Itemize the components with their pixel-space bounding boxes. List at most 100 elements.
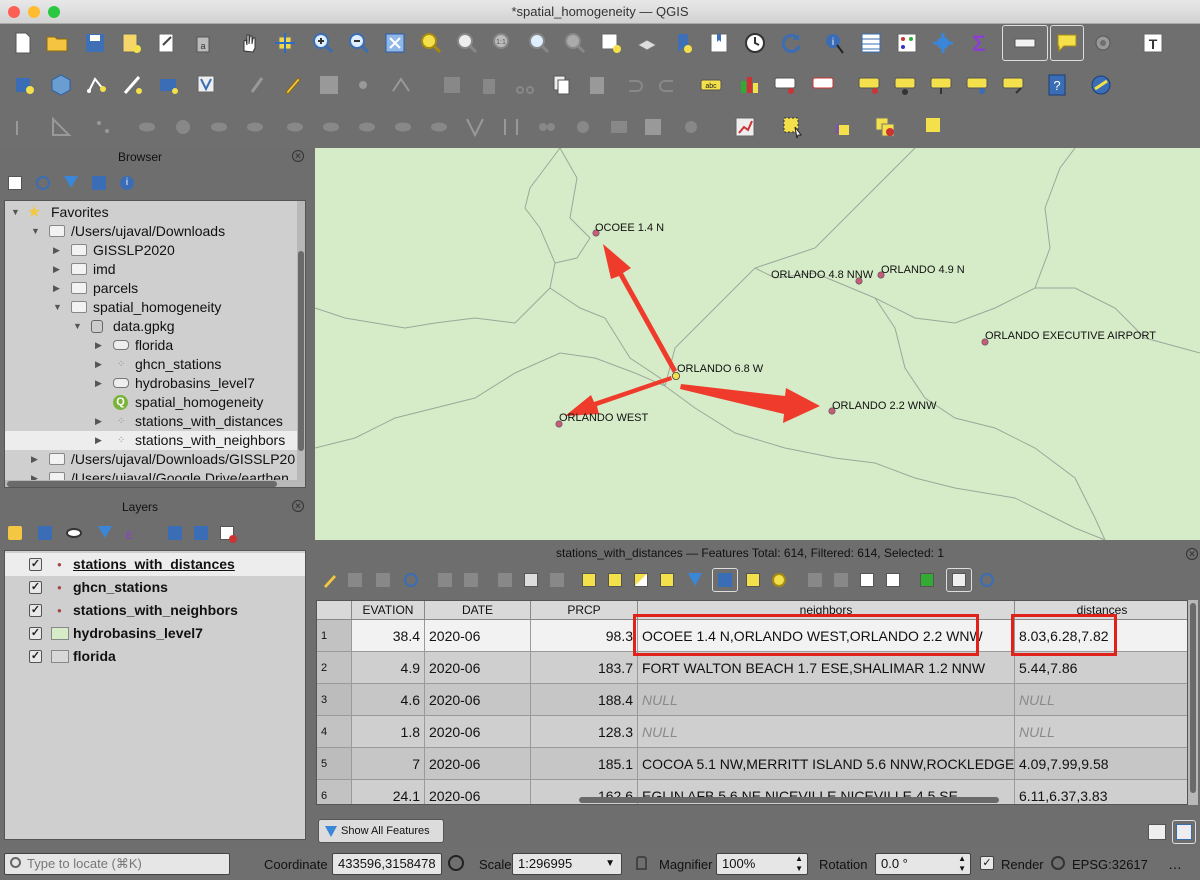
new-map-view-icon[interactable] <box>598 30 624 56</box>
expand-all-icon[interactable] <box>168 526 182 540</box>
browser-item-downloads-gisslp[interactable]: ▶/Users/ujaval/Downloads/GISSLP20 <box>5 450 301 469</box>
filter-by-expression-icon[interactable]: ε <box>126 526 140 542</box>
cell-neighbors[interactable]: FORT WALTON BEACH 1.7 ESE,SHALIMAR 1.2 N… <box>638 652 1015 684</box>
deselect-all-icon[interactable] <box>660 573 674 587</box>
browser-item-parcels[interactable]: ▶ parcels <box>5 279 301 298</box>
cell-elevation[interactable]: 24.1 <box>352 780 425 804</box>
cell-neighbors[interactable]: NULL <box>638 716 1015 748</box>
layer-visibility-checkbox[interactable]: ✓ <box>29 650 42 663</box>
conditional-formatting-icon[interactable] <box>886 573 900 587</box>
modify-attributes-icon[interactable] <box>440 72 466 98</box>
new-shapefile-layer-icon[interactable] <box>84 72 110 98</box>
filter-browser-icon[interactable] <box>64 176 78 188</box>
cell-date[interactable]: 2020-06 <box>425 748 531 780</box>
show-layout-manager-icon[interactable] <box>154 30 180 56</box>
diagram-options-icon[interactable] <box>736 72 762 98</box>
move-selection-to-top-icon[interactable] <box>712 568 738 592</box>
cell-prcp[interactable]: 185.1 <box>531 748 638 780</box>
pan-map-to-selected-icon[interactable] <box>746 573 760 587</box>
cell-prcp[interactable]: 183.7 <box>531 652 638 684</box>
layer-visibility-checkbox[interactable]: ✓ <box>29 581 42 594</box>
change-label-icon[interactable] <box>1000 72 1026 98</box>
row-header[interactable]: 5 <box>317 748 352 780</box>
digitize-point-icon[interactable] <box>352 72 378 98</box>
offset-curve-icon[interactable] <box>354 114 380 140</box>
delete-field-icon[interactable] <box>834 573 848 587</box>
open-project-icon[interactable] <box>44 30 70 56</box>
invert-selection-icon[interactable] <box>634 573 648 587</box>
browser-item-gisslp2020[interactable]: ▶ GISSLP2020 <box>5 241 301 260</box>
row-header[interactable]: 2 <box>317 652 352 684</box>
filter-legend-icon[interactable] <box>98 526 112 538</box>
layer-hydrobasins-level7[interactable]: ✓ hydrobasins_level7 <box>5 622 305 645</box>
rotation-spinbox[interactable]: 0.0 ° ▲ ▼ <box>875 853 971 875</box>
digitize-shape-icon[interactable] <box>12 114 38 140</box>
add-feature-icon[interactable] <box>438 573 452 587</box>
new-geopackage-layer-icon[interactable] <box>48 72 74 98</box>
cell-prcp[interactable]: 128.3 <box>531 716 638 748</box>
cell-elevation[interactable]: 7 <box>352 748 425 780</box>
row-header[interactable]: 4 <box>317 716 352 748</box>
cell-prcp[interactable]: 188.4 <box>531 684 638 716</box>
fill-ring-icon[interactable] <box>170 114 196 140</box>
layer-stations-with-distances[interactable]: ✓ ● stations_with_distances <box>5 553 305 576</box>
select-by-expression-table-icon[interactable] <box>582 573 596 587</box>
zoom-last-icon[interactable] <box>526 30 552 56</box>
filter-select-icon[interactable] <box>688 573 702 586</box>
minimize-window-button[interactable] <box>28 6 40 18</box>
cell-prcp[interactable]: 98.3 <box>531 620 638 652</box>
collapse-all-layers-icon[interactable] <box>194 526 208 540</box>
help-icon[interactable]: ? <box>1044 72 1070 98</box>
lock-scale-icon[interactable] <box>636 856 647 870</box>
refresh-browser-icon[interactable] <box>36 176 50 190</box>
browser-item-data-gpkg[interactable]: ▼ data.gpkg <box>5 317 301 336</box>
table-view-icon[interactable] <box>1172 820 1196 844</box>
settings-gear-icon[interactable] <box>1090 30 1116 56</box>
new-print-layout-icon[interactable] <box>118 30 144 56</box>
zoom-to-selection-icon[interactable] <box>418 30 444 56</box>
trim-extend-icon[interactable] <box>426 114 452 140</box>
statistical-summary-icon[interactable]: Σ <box>966 30 992 56</box>
browser-hscrollbar[interactable] <box>5 480 297 487</box>
table-hscrollbar[interactable] <box>579 797 999 803</box>
cut-icon[interactable] <box>498 573 512 587</box>
show-bookmarks-icon[interactable] <box>706 30 732 56</box>
multi-edit-icon[interactable] <box>348 573 362 587</box>
row-header[interactable]: 6 <box>317 780 352 804</box>
organize-columns-icon[interactable] <box>860 573 874 587</box>
label-toolbar-icon[interactable]: abc <box>698 72 724 98</box>
open-field-calculator-icon[interactable] <box>894 30 920 56</box>
paste-icon[interactable] <box>550 573 564 587</box>
crs-label[interactable]: EPSG:32617 <box>1072 857 1148 872</box>
delete-part-icon[interactable] <box>282 114 308 140</box>
cell-date[interactable]: 2020-06 <box>425 684 531 716</box>
cell-elevation[interactable]: 1.8 <box>352 716 425 748</box>
cell-distances[interactable]: NULL <box>1015 716 1187 748</box>
close-attribute-table-icon[interactable]: ✕ <box>1186 548 1198 560</box>
zoom-native-icon[interactable]: 1:1 <box>490 30 516 56</box>
delete-feature-icon[interactable] <box>464 573 478 587</box>
identify-features-icon[interactable]: i <box>822 30 848 56</box>
close-browser-panel-icon[interactable]: ✕ <box>292 150 304 162</box>
toggle-editing-pencil-icon[interactable] <box>322 572 338 588</box>
browser-item-downloads[interactable]: ▼/Users/ujaval/Downloads <box>5 222 301 241</box>
cell-date[interactable]: 2020-06 <box>425 620 531 652</box>
new-bookmark-icon[interactable] <box>670 30 696 56</box>
cell-elevation[interactable]: 38.4 <box>352 620 425 652</box>
layer-visibility-checkbox[interactable]: ✓ <box>29 558 42 571</box>
browser-item-imd[interactable]: ▶ imd <box>5 260 301 279</box>
locator-search-input[interactable]: Type to locate (⌘K) <box>4 853 230 875</box>
zoom-to-feature-icon[interactable] <box>980 573 994 587</box>
reverse-line-icon[interactable] <box>390 114 416 140</box>
zoom-out-icon[interactable] <box>346 30 372 56</box>
vertex-tool-icon[interactable] <box>388 72 414 98</box>
messages-icon[interactable]: … <box>1168 856 1182 872</box>
pin-labels-icon[interactable] <box>810 72 836 98</box>
column-header-prcp[interactable]: PRCP <box>531 601 638 620</box>
cell-elevation[interactable]: 4.9 <box>352 652 425 684</box>
open-attribute-table-icon[interactable] <box>858 30 884 56</box>
cell-neighbors[interactable]: NULL <box>638 684 1015 716</box>
save-edits-table-icon[interactable] <box>376 573 390 587</box>
temporal-controller-icon[interactable] <box>742 30 768 56</box>
column-header-date[interactable]: DATE <box>425 601 531 620</box>
